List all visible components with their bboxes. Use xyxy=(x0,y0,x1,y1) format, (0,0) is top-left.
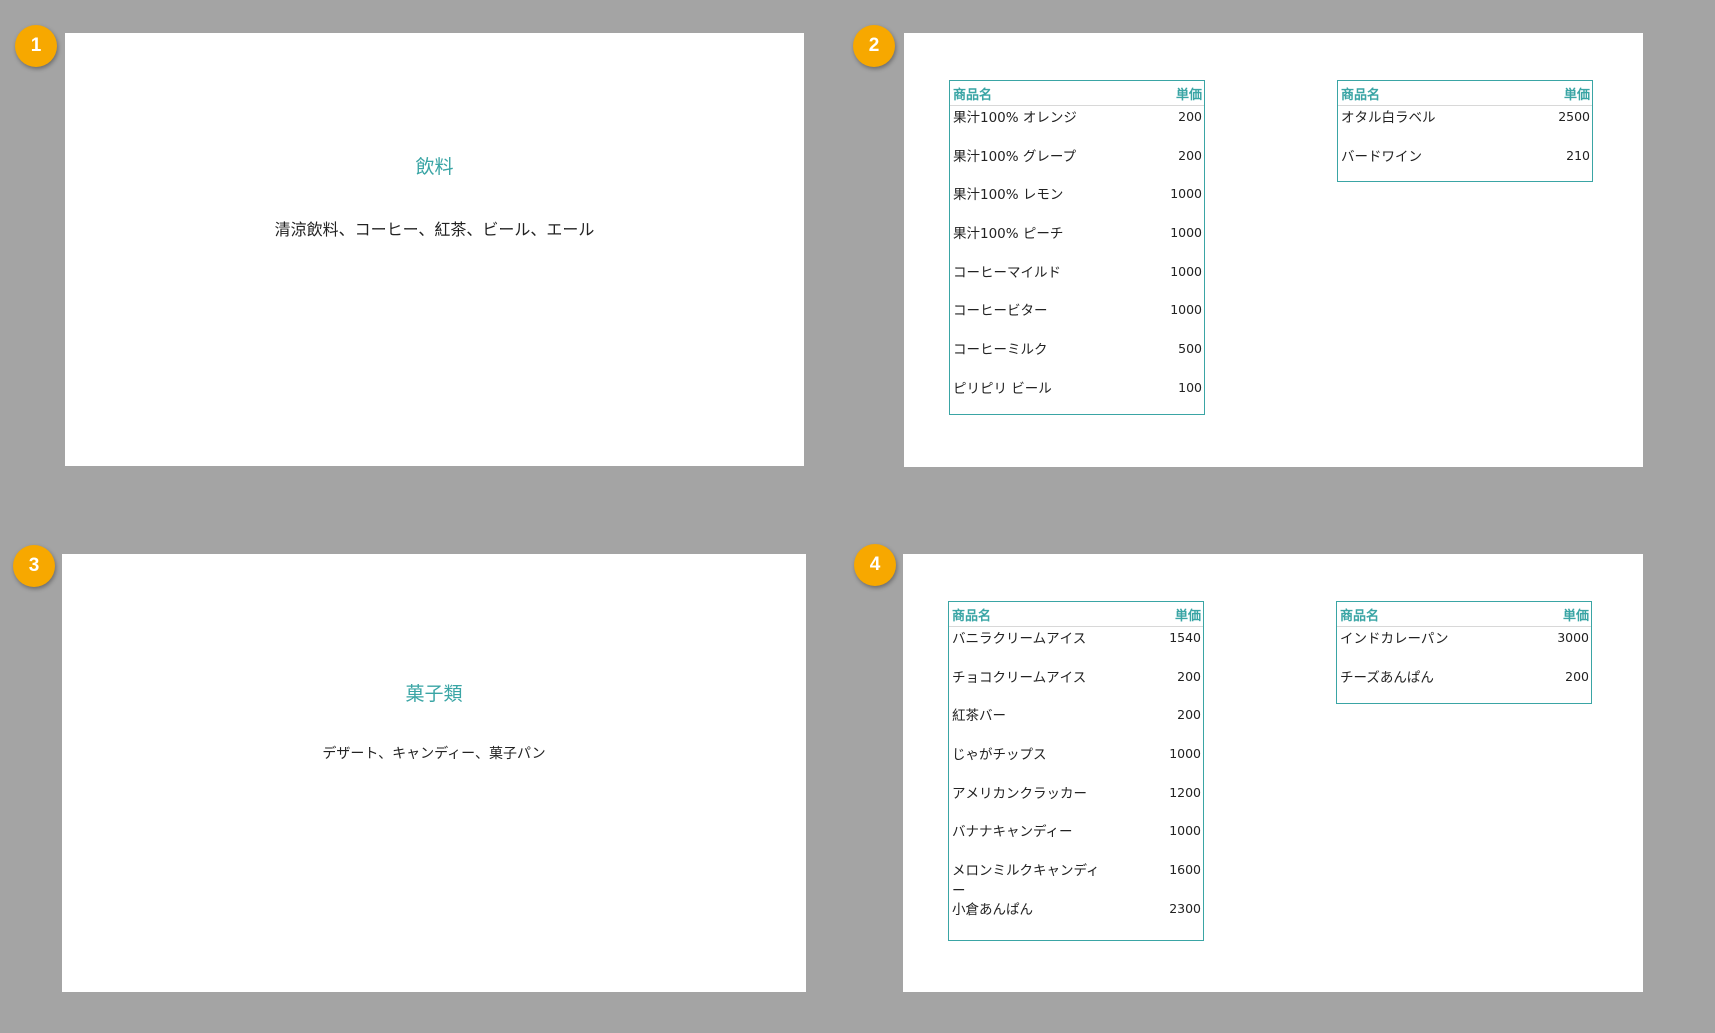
header-product-name: 商品名 xyxy=(1341,87,1381,103)
table-row: アメリカンクラッカー 1200 xyxy=(949,782,1203,821)
slide-1-section-beverages[interactable]: 飲料 清涼飲料、コーヒー、紅茶、ビール、エール xyxy=(65,33,804,466)
table-row: 小倉あんぱん 2300 xyxy=(949,898,1203,937)
product-table-left: 商品名 単価 果汁100% オレンジ 200 果汁100% グレープ 200 果汁100% … xyxy=(949,80,1205,415)
header-product-name: 商品名 xyxy=(952,608,992,624)
product-name: バニラクリームアイス xyxy=(952,631,1087,647)
product-name: 果汁100% ピーチ xyxy=(953,226,1064,243)
table-row: バナナキャンディー 1000 xyxy=(949,820,1203,859)
table-header: 商品名 単価 xyxy=(950,81,1204,106)
table-header: 商品名 単価 xyxy=(949,602,1203,627)
product-name: チーズあんぱん xyxy=(1340,669,1434,686)
product-table-right: 商品名 単価インドカレーパン 3000 チーズあんぱん 200 xyxy=(1336,601,1592,704)
section-title: 飲料 xyxy=(415,156,454,178)
product-table-right: 商品名 単価オタル白ラベル 2500 バードワイン 210 xyxy=(1337,80,1593,182)
slide-3-section-confectionery[interactable]: 菓子類 デザート、キャンディー、菓子パン xyxy=(62,554,806,992)
header-unit-price: 単価 xyxy=(1562,608,1589,624)
product-name: チョコクリームアイス xyxy=(952,669,1087,686)
slide-4-confectionery-products[interactable]: 商品名 単価バニラクリームアイス 1540 チョコクリームアイス 200 紅茶バー 200 じ… xyxy=(903,554,1643,992)
unit-price: 200 xyxy=(1177,707,1201,723)
table-row: 果汁100% ピーチ 1000 xyxy=(950,222,1204,261)
slide-number-badge-4: 4 xyxy=(854,544,896,586)
unit-price: 100 xyxy=(1178,379,1202,395)
product-name: 紅茶バー xyxy=(952,708,1006,725)
product-name: 果汁100% オレンジ xyxy=(953,110,1077,126)
product-name: 果汁100% レモン xyxy=(953,187,1064,204)
product-name: メロンミルクキャンディー xyxy=(952,863,1100,900)
header-product-name: 商品名 xyxy=(953,87,993,103)
product-name: コーヒービター xyxy=(953,303,1048,320)
product-name: コーヒーマイルド xyxy=(953,264,1061,281)
product-name: 小倉あんぱん xyxy=(952,901,1033,918)
table-row: バードワイン 210 xyxy=(1338,145,1592,184)
unit-price: 210 xyxy=(1566,147,1590,163)
unit-price: 1000 xyxy=(1169,746,1201,762)
unit-price: 1000 xyxy=(1170,263,1202,279)
unit-price: 1600 xyxy=(1169,862,1201,878)
unit-price: 200 xyxy=(1565,668,1589,684)
table-row: 紅茶バー 200 xyxy=(949,704,1203,743)
header-unit-price: 単価 xyxy=(1174,608,1201,624)
table-row: 果汁100% グレープ 200 xyxy=(950,145,1204,184)
table-row: オタル白ラベル 2500 xyxy=(1338,106,1592,145)
table-row: じゃがチップス 1000 xyxy=(949,743,1203,782)
table-header: 商品名 単価 xyxy=(1338,81,1592,106)
product-name: ピリピリ ビール xyxy=(953,380,1052,397)
slide-number-badge-3: 3 xyxy=(13,545,55,587)
table-row: チーズあんぱん 200 xyxy=(1337,666,1591,705)
unit-price: 200 xyxy=(1177,668,1201,684)
unit-price: 1000 xyxy=(1170,186,1202,202)
slide-number-badge-1: 1 xyxy=(15,25,57,67)
header-unit-price: 単価 xyxy=(1563,87,1590,103)
section-description: デザート、キャンディー、菓子パン xyxy=(322,746,546,762)
table-row: インドカレーパン 3000 xyxy=(1337,627,1591,666)
table-row: コーヒーマイルド 1000 xyxy=(950,261,1204,300)
slide-2-beverage-products[interactable]: 商品名 単価 果汁100% オレンジ 200 果汁100% グレープ 200 果汁100% … xyxy=(904,33,1643,467)
table-row: バニラクリームアイス 1540 xyxy=(949,627,1203,666)
unit-price: 2300 xyxy=(1169,900,1201,916)
table-row: チョコクリームアイス 200 xyxy=(949,666,1203,705)
section-title: 菓子類 xyxy=(405,683,463,705)
table-row: メロンミルクキャンディー 1600 xyxy=(949,859,1203,900)
table-row: コーヒーミルク 500 xyxy=(950,338,1204,377)
unit-price: 1000 xyxy=(1170,302,1202,318)
unit-price: 1000 xyxy=(1170,225,1202,241)
unit-price: 2500 xyxy=(1558,109,1590,124)
unit-price: 500 xyxy=(1178,341,1202,357)
unit-price: 200 xyxy=(1178,147,1202,163)
product-name: バードワイン xyxy=(1341,148,1422,165)
product-name: インドカレーパン xyxy=(1340,631,1449,647)
product-name: コーヒーミルク xyxy=(953,342,1048,359)
slide-number-badge-2: 2 xyxy=(853,25,895,67)
unit-price: 1000 xyxy=(1169,823,1201,839)
product-table-left: 商品名 単価バニラクリームアイス 1540 チョコクリームアイス 200 紅茶バー 200 じ… xyxy=(948,601,1204,941)
product-name: 果汁100% グレープ xyxy=(953,148,1077,165)
product-name: じゃがチップス xyxy=(952,747,1047,764)
product-name: オタル白ラベル xyxy=(1341,110,1436,126)
unit-price: 3000 xyxy=(1557,630,1589,645)
table-header: 商品名 単価 xyxy=(1337,602,1591,627)
unit-price: 200 xyxy=(1178,109,1202,124)
unit-price: 1540 xyxy=(1169,630,1201,645)
section-description: 清涼飲料、コーヒー、紅茶、ビール、エール xyxy=(274,220,595,239)
table-row: 果汁100% オレンジ 200 xyxy=(950,106,1204,145)
header-product-name: 商品名 xyxy=(1340,608,1380,624)
product-name: アメリカンクラッカー xyxy=(952,785,1087,802)
table-row: ピリピリ ビール 100 xyxy=(950,377,1204,416)
product-name: バナナキャンディー xyxy=(952,824,1073,841)
table-row: 果汁100% レモン 1000 xyxy=(950,183,1204,222)
header-unit-price: 単価 xyxy=(1175,87,1202,103)
unit-price: 1200 xyxy=(1169,784,1201,800)
table-row: コーヒービター 1000 xyxy=(950,299,1204,338)
